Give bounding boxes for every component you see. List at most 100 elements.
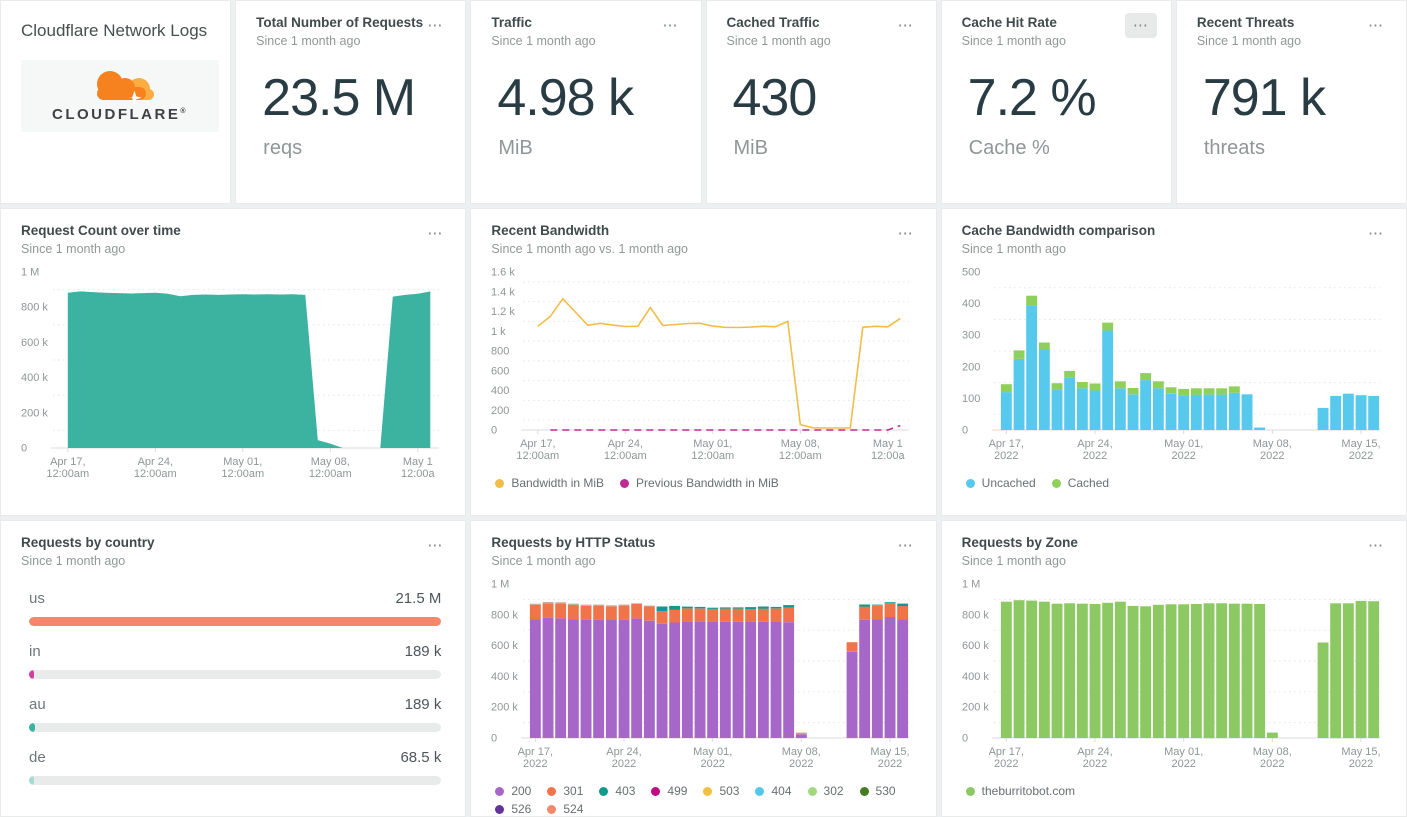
svg-text:12:00a: 12:00a	[401, 468, 436, 480]
legend-item[interactable]: theburritobot.com	[965, 784, 1075, 798]
chart-row-2: Requests by country Since 1 month ago ⋯ …	[0, 520, 1407, 817]
stat-value: 23.5 M	[262, 69, 416, 127]
panel-subtitle: Since 1 month ago	[961, 242, 1066, 256]
legend-item[interactable]: 503	[703, 784, 739, 798]
legend-dot-icon	[755, 786, 765, 796]
svg-text:800 k: 800 k	[962, 609, 989, 621]
legend-item[interactable]: 403	[599, 784, 635, 798]
country-row: in 189 k	[29, 643, 442, 679]
svg-text:May 15,: May 15,	[871, 746, 910, 758]
zone-chart[interactable]: 1 M 800 k 600 k 400 k 200 k 0 Apr 17, 2022 Apr 2…	[962, 576, 1394, 772]
svg-text:12:00am: 12:00am	[134, 468, 177, 480]
stat-value: 4.98 k	[497, 69, 634, 127]
panel-menu-button[interactable]: ⋯	[890, 533, 922, 558]
country-list: us 21.5 M in 189 k au 189 k de 68.5 k	[1, 568, 465, 785]
country-value: 21.5 M	[395, 590, 442, 607]
panel-menu-button[interactable]: ⋯	[1124, 13, 1157, 38]
legend-dot-icon	[599, 786, 609, 796]
panel-menu-button[interactable]: ⋯	[1360, 13, 1392, 38]
svg-text:Apr 17,: Apr 17,	[50, 456, 85, 468]
cache-bandwidth-chart[interactable]: 500 400 300 200 100 0 Apr 17, 2022 Apr 24, 2022 Ma…	[962, 264, 1394, 464]
svg-text:May 1: May 1	[403, 456, 433, 468]
panel-subtitle: Since 1 month ago	[21, 242, 126, 256]
legend-dot-icon	[547, 786, 557, 796]
panel-menu-button[interactable]: ⋯	[1360, 221, 1392, 246]
request-count-chart[interactable]: 1 M 800 k 600 k 400 k 200 k 0 Apr 17, 12:00am Ap…	[21, 264, 453, 482]
legend-item[interactable]: Uncached	[965, 476, 1036, 490]
http-status-chart[interactable]: 1 M 800 k 600 k 400 k 200 k 0 Apr 17, 2022 Apr 2…	[491, 576, 923, 772]
legend-item[interactable]: 404	[755, 784, 792, 798]
stat-card-total-requests: Total Number of Requests Since 1 month a…	[235, 0, 467, 204]
panel-subtitle: Since 1 month ago	[491, 554, 596, 568]
svg-text:400: 400	[962, 298, 980, 310]
country-bar-track	[29, 723, 442, 732]
http-chart-svg: 1 M800 k600 k400 k200 k0Apr 17,2022Apr 2…	[491, 579, 910, 771]
panel-menu-button[interactable]: ⋯	[419, 13, 451, 38]
stat-row: Cloudflare Network Logs CLOUDFLARE® Tota…	[0, 0, 1407, 204]
panel-menu-button[interactable]: ⋯	[419, 533, 451, 558]
legend-item[interactable]: 524	[547, 802, 583, 816]
legend-item[interactable]: 530	[859, 784, 896, 798]
panel-menu-button[interactable]: ⋯	[890, 221, 922, 246]
country-bar-track	[29, 617, 442, 626]
stat-subtitle: Since 1 month ago	[961, 34, 1066, 48]
stat-unit: Cache %	[968, 137, 1050, 159]
legend-item[interactable]: 526	[495, 802, 531, 816]
svg-text:2022: 2022	[994, 450, 1018, 462]
svg-text:12:00am: 12:00am	[692, 450, 735, 462]
svg-text:400 k: 400 k	[491, 671, 518, 683]
svg-text:2022: 2022	[1171, 450, 1195, 462]
legend-item[interactable]: Bandwidth in MiB	[495, 476, 604, 490]
stat-card-recent-threats: Recent Threats Since 1 month ago ⋯ 791 k…	[1175, 0, 1407, 204]
svg-text:2022: 2022	[1260, 450, 1284, 462]
svg-text:Apr 24,: Apr 24,	[1077, 438, 1112, 450]
legend-item[interactable]: Cached	[1051, 476, 1109, 490]
legend-item[interactable]: 200	[495, 784, 531, 798]
stat-subtitle: Since 1 month ago	[726, 34, 831, 48]
svg-text:12:00a: 12:00a	[871, 450, 906, 462]
stat-title: Cached Traffic	[726, 15, 820, 30]
country-bar-track	[29, 670, 442, 679]
svg-text:May 01,: May 01,	[693, 746, 732, 758]
svg-text:Apr 17,: Apr 17,	[518, 746, 553, 758]
svg-text:May 01,: May 01,	[1164, 746, 1203, 758]
svg-text:2022: 2022	[1082, 758, 1106, 770]
legend-item[interactable]: 301	[547, 784, 583, 798]
panel-menu-button[interactable]: ⋯	[1360, 533, 1392, 558]
chart-row-1: Request Count over time Since 1 month ag…	[0, 208, 1407, 516]
dashboard-title: Cloudflare Network Logs	[21, 21, 208, 40]
stat-title: Total Number of Requests	[256, 15, 424, 30]
svg-text:2022: 2022	[1348, 758, 1372, 770]
bandwidth-chart-svg: 1.6 k1.4 k1.2 k1 k8006004002000Apr 17,12…	[491, 267, 910, 462]
svg-text:200: 200	[962, 361, 980, 373]
svg-text:May 08,: May 08,	[781, 438, 820, 450]
legend-item[interactable]: 302	[807, 784, 844, 798]
legend-dot-icon	[547, 804, 557, 814]
stat-value: 7.2 %	[967, 69, 1097, 127]
panel-menu-button[interactable]: ⋯	[655, 13, 687, 38]
stat-unit: reqs	[263, 137, 303, 159]
panel-menu-button[interactable]: ⋯	[890, 13, 922, 38]
legend-dot-icon	[495, 478, 505, 488]
stat-card-cached-traffic: Cached Traffic Since 1 month ago ⋯ 430 M…	[705, 0, 937, 204]
panel-title: Requests by Zone	[961, 535, 1078, 550]
legend-dot-icon	[620, 478, 630, 488]
svg-text:400 k: 400 k	[962, 671, 989, 683]
svg-text:May 08,: May 08,	[1252, 746, 1291, 758]
cache-legend: Uncached Cached	[965, 476, 1386, 490]
svg-text:800 k: 800 k	[491, 609, 518, 621]
svg-text:2022: 2022	[612, 758, 636, 770]
legend-dot-icon	[965, 786, 975, 796]
svg-text:May 01,: May 01,	[1164, 438, 1203, 450]
legend-item[interactable]: 499	[651, 784, 687, 798]
legend-dot-icon	[703, 786, 713, 796]
legend-item[interactable]: Previous Bandwidth in MiB	[620, 476, 779, 490]
svg-text:200 k: 200 k	[21, 407, 48, 419]
bandwidth-chart[interactable]: 1.6 k 1.4 k 1.2 k1 k 800 600 400 200 0 Apr 17, 12…	[491, 264, 923, 464]
logo-card: Cloudflare Network Logs CLOUDFLARE®	[0, 0, 232, 204]
country-value: 189 k	[404, 696, 442, 713]
legend-dot-icon	[1051, 478, 1061, 488]
panel-menu-button[interactable]: ⋯	[419, 221, 451, 246]
country-value: 68.5 k	[400, 749, 442, 766]
svg-text:200 k: 200 k	[491, 702, 518, 714]
